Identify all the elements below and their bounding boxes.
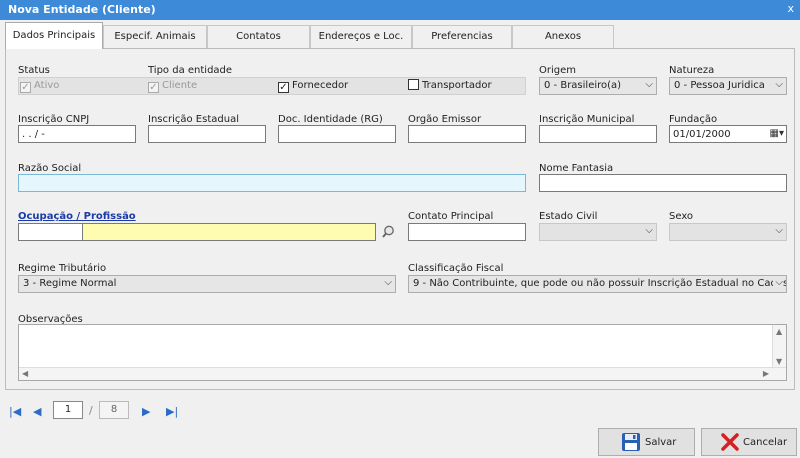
title-bar: Nova Entidade (Cliente) x: [0, 0, 800, 20]
record-pager: |◀ ◀ 1 / 8 ▶ ▶|: [0, 395, 800, 425]
natureza-label: Natureza: [669, 65, 715, 76]
nome-fantasia-input[interactable]: [539, 174, 787, 192]
previous-record-icon[interactable]: ◀: [33, 405, 41, 418]
nome-fantasia-label: Nome Fantasia: [539, 163, 614, 174]
ocupacao-label[interactable]: Ocupação / Profissão: [18, 211, 136, 222]
cnpj-input[interactable]: . . / -: [18, 125, 136, 143]
contato-principal-label: Contato Principal: [408, 211, 494, 222]
save-label: Salvar: [645, 437, 677, 448]
chevron-down-icon: ⌵: [384, 277, 392, 288]
cancel-label: Cancelar: [743, 437, 788, 448]
natureza-value: 0 - Pessoa Juridica: [674, 80, 765, 91]
tab-anexos[interactable]: Anexos: [512, 25, 614, 48]
rg-label: Doc. Identidade (RG): [278, 114, 383, 125]
insc-estadual-label: Inscrição Estadual: [148, 114, 239, 125]
last-record-icon[interactable]: ▶|: [166, 405, 178, 418]
cliente-checkbox[interactable]: ✓ Cliente: [148, 78, 197, 96]
observacoes-textarea[interactable]: ▲ ▼ ◀ ▶: [18, 324, 787, 381]
ocupacao-code-input[interactable]: [18, 223, 83, 241]
transportador-label: Transportador: [422, 80, 492, 91]
contato-principal-input[interactable]: [408, 223, 526, 241]
ativo-label: Ativo: [34, 80, 60, 91]
save-button[interactable]: Salvar: [598, 428, 695, 456]
save-icon: [622, 433, 640, 451]
close-icon[interactable]: x: [787, 2, 794, 15]
scroll-left-icon[interactable]: ◀: [22, 369, 28, 378]
scroll-down-icon[interactable]: ▼: [776, 357, 782, 366]
origem-value: 0 - Brasileiro(a): [544, 80, 622, 91]
horizontal-scrollbar[interactable]: ◀ ▶: [19, 367, 786, 380]
orgao-emissor-input[interactable]: [408, 125, 526, 143]
fundacao-value: 01/01/2000: [673, 129, 731, 140]
cancel-button[interactable]: Cancelar: [701, 428, 797, 456]
ativo-checkbox[interactable]: ✓ Ativo: [20, 78, 59, 96]
total-pages: 8: [99, 401, 129, 419]
regime-tributario-value: 3 - Regime Normal: [23, 278, 117, 289]
rg-input[interactable]: [278, 125, 396, 143]
check-icon: ✓: [148, 82, 159, 93]
fundacao-input[interactable]: 01/01/2000 ▦▾: [669, 125, 787, 143]
sexo-label: Sexo: [669, 211, 694, 222]
chevron-down-icon: ⌵: [775, 79, 783, 90]
page-separator: /: [89, 404, 93, 417]
tab-enderecos[interactable]: Endereços e Loc.: [310, 25, 412, 48]
razao-social-label: Razão Social: [18, 163, 82, 174]
tab-bar: Dados Principais Especif. Animais Contat…: [0, 22, 800, 49]
cancel-x-icon: [721, 433, 739, 451]
tab-dados-principais[interactable]: Dados Principais: [5, 22, 103, 49]
estado-civil-label: Estado Civil: [539, 211, 598, 222]
check-icon: ✓: [20, 82, 31, 93]
razao-social-input[interactable]: [18, 174, 526, 192]
cliente-label: Cliente: [162, 80, 198, 91]
insc-municipal-input[interactable]: [539, 125, 657, 143]
ocupacao-name-input[interactable]: [82, 223, 376, 241]
orgao-emissor-label: Orgão Emissor: [408, 114, 482, 125]
first-record-icon[interactable]: |◀: [9, 405, 21, 418]
sexo-select[interactable]: ⌵: [669, 223, 787, 241]
tab-preferencias[interactable]: Preferencias: [412, 25, 512, 48]
calendar-icon[interactable]: ▦▾: [770, 127, 784, 140]
regime-tributario-select[interactable]: 3 - Regime Normal ⌵: [18, 275, 396, 293]
tipo-entidade-label: Tipo da entidade: [148, 65, 233, 76]
chevron-down-icon: ⌵: [773, 277, 783, 288]
estado-civil-select[interactable]: ⌵: [539, 223, 657, 241]
status-label: Status: [18, 65, 50, 76]
regime-tributario-label: Regime Tributário: [18, 263, 107, 274]
cnpj-label: Inscrição CNPJ: [18, 114, 90, 125]
origem-label: Origem: [539, 65, 577, 76]
fornecedor-checkbox[interactable]: ✓ Fornecedor: [278, 78, 348, 96]
window-title: Nova Entidade (Cliente): [8, 3, 156, 16]
next-record-icon[interactable]: ▶: [142, 405, 150, 418]
check-icon: ✓: [278, 82, 289, 93]
scroll-right-icon[interactable]: ▶: [763, 369, 769, 378]
insc-municipal-label: Inscrição Municipal: [539, 114, 635, 125]
classificacao-fiscal-label: Classificação Fiscal: [408, 263, 504, 274]
search-icon[interactable]: [381, 224, 397, 240]
chevron-down-icon: ⌵: [775, 225, 783, 236]
fundacao-label: Fundação: [669, 114, 718, 125]
classificacao-fiscal-value: 9 - Não Contribuinte, que pode ou não po…: [413, 278, 787, 289]
tab-contatos[interactable]: Contatos: [207, 25, 310, 48]
scroll-up-icon[interactable]: ▲: [776, 327, 782, 336]
current-page-input[interactable]: 1: [53, 401, 83, 419]
tab-especif-animais[interactable]: Especif. Animais: [103, 25, 207, 48]
fornecedor-label: Fornecedor: [292, 80, 349, 91]
classificacao-fiscal-select[interactable]: 9 - Não Contribuinte, que pode ou não po…: [408, 275, 787, 293]
chevron-down-icon: ⌵: [645, 79, 653, 90]
chevron-down-icon: ⌵: [645, 225, 653, 236]
insc-estadual-input[interactable]: [148, 125, 266, 143]
transportador-checkbox[interactable]: Transportador: [408, 78, 492, 96]
natureza-select[interactable]: 0 - Pessoa Juridica ⌵: [669, 77, 787, 95]
origem-select[interactable]: 0 - Brasileiro(a) ⌵: [539, 77, 657, 95]
